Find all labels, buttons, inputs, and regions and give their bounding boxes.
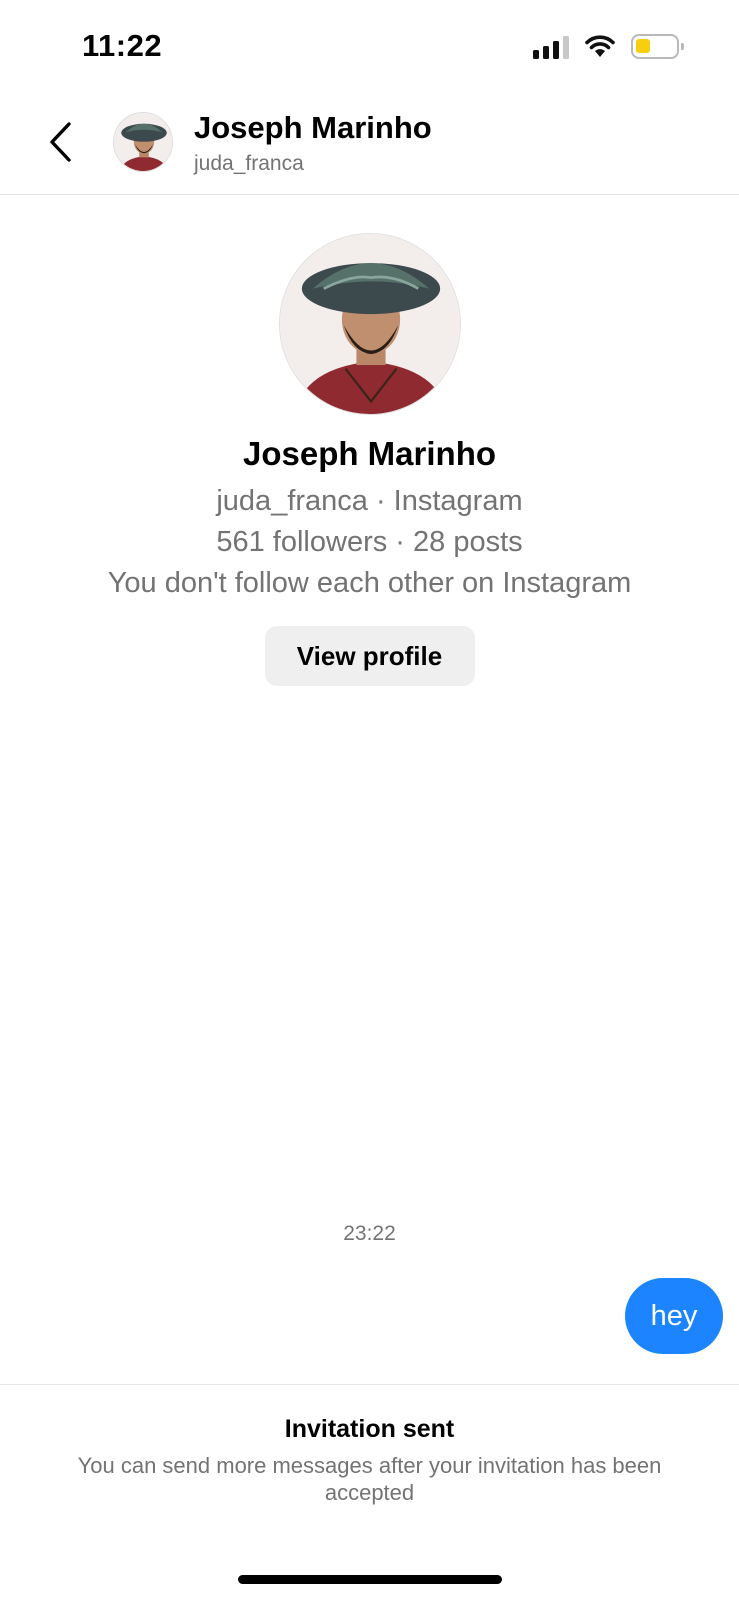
message-bubble-sent[interactable]: hey xyxy=(625,1278,723,1354)
header-avatar[interactable] xyxy=(113,112,173,172)
invitation-notice: Invitation sent You can send more messag… xyxy=(0,1384,739,1506)
dm-thread-screen: 11:22 Joseph Marinho juda_franca Joseph … xyxy=(0,0,739,1600)
profile-avatar[interactable] xyxy=(278,233,461,415)
home-indicator[interactable] xyxy=(238,1575,502,1584)
back-button[interactable] xyxy=(40,117,80,167)
header-name[interactable]: Joseph Marinho xyxy=(194,110,432,146)
chevron-left-icon xyxy=(50,122,71,162)
invitation-body: You can send more messages after your in… xyxy=(77,1453,662,1505)
profile-handle-line: juda_franca · Instagram xyxy=(216,485,523,517)
status-icons xyxy=(533,34,684,59)
invitation-title: Invitation sent xyxy=(284,1415,455,1443)
header-username: juda_franca xyxy=(194,152,304,175)
chat-header: Joseph Marinho juda_franca xyxy=(0,95,739,195)
profile-relation-line: You don't follow each other on Instagram xyxy=(107,567,632,599)
signal-icon xyxy=(533,35,569,59)
battery-icon xyxy=(631,34,684,59)
avatar-photo xyxy=(279,234,460,414)
status-time: 11:22 xyxy=(82,28,163,63)
wifi-icon xyxy=(585,35,615,57)
profile-name: Joseph Marinho xyxy=(242,435,497,472)
avatar-photo xyxy=(114,113,172,171)
view-profile-button[interactable]: View profile xyxy=(264,626,475,686)
profile-summary: Joseph Marinho juda_franca · Instagram 5… xyxy=(0,233,739,686)
profile-stats-line: 561 followers · 28 posts xyxy=(216,526,523,558)
message-timestamp: 23:22 xyxy=(343,1222,396,1245)
